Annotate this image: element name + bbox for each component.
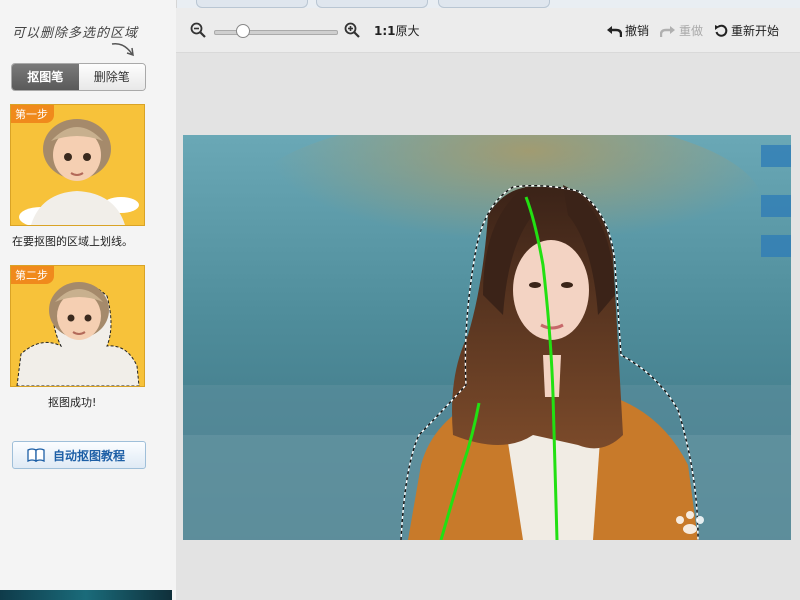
actual-size-button[interactable]: 1:1原大: [374, 22, 420, 39]
tab-1[interactable]: [196, 0, 308, 8]
redo-icon: [660, 25, 675, 37]
redo-label: 重做: [679, 24, 704, 38]
zoom-slider-handle[interactable]: [236, 24, 251, 38]
tutorial-button-label: 自动抠图教程: [53, 448, 126, 463]
undo-button[interactable]: 撤销: [606, 22, 649, 39]
auto-cutout-tutorial-button[interactable]: 自动抠图教程: [12, 441, 146, 469]
photo-canvas[interactable]: [183, 135, 791, 540]
bottom-preview-strip: [0, 590, 172, 600]
zoom-in-icon[interactable]: [344, 22, 360, 38]
sidebar: 可以删除多选的区域 抠图笔 删除笔 第一步 在要抠图的区域上划线。 第二步 抠图…: [0, 0, 177, 600]
ratio-value: 1:1: [374, 24, 396, 38]
redo-button[interactable]: 重做: [660, 22, 703, 39]
step-1-flag: 第一步: [11, 105, 54, 123]
mode-eraser-pen[interactable]: 删除笔: [78, 64, 145, 90]
undo-label: 撤销: [625, 24, 650, 38]
undo-icon: [607, 25, 622, 37]
step-2-caption: 抠图成功!: [48, 396, 97, 409]
mode-cutout-pen[interactable]: 抠图笔: [12, 64, 79, 90]
zoom-out-icon[interactable]: [190, 22, 206, 38]
mode-toggle: 抠图笔 删除笔: [11, 63, 146, 91]
ratio-label: 原大: [395, 24, 420, 38]
curved-arrow-icon: [111, 42, 134, 57]
restart-label: 重新开始: [731, 24, 780, 38]
editor-toolbar: 1:1原大 撤销 重做 重新开始: [176, 8, 800, 53]
zoom-slider-track[interactable]: [214, 30, 338, 35]
baby-illustration: [19, 119, 139, 225]
baby-cutout-illustration: [16, 282, 140, 386]
tab-3[interactable]: [438, 0, 550, 8]
step-2-flag: 第二步: [11, 266, 54, 284]
photo-image[interactable]: [183, 135, 791, 540]
step-1-illustration: 第一步: [10, 104, 145, 226]
step-2-illustration: 第二步: [10, 265, 145, 387]
top-tab-strip: [176, 0, 800, 8]
tab-2[interactable]: [316, 0, 428, 8]
hint-text: 可以删除多选的区域: [12, 26, 139, 41]
restart-icon: [715, 24, 728, 37]
restart-button[interactable]: 重新开始: [714, 22, 779, 39]
book-icon: [27, 448, 45, 462]
step-1-caption: 在要抠图的区域上划线。: [12, 235, 133, 248]
